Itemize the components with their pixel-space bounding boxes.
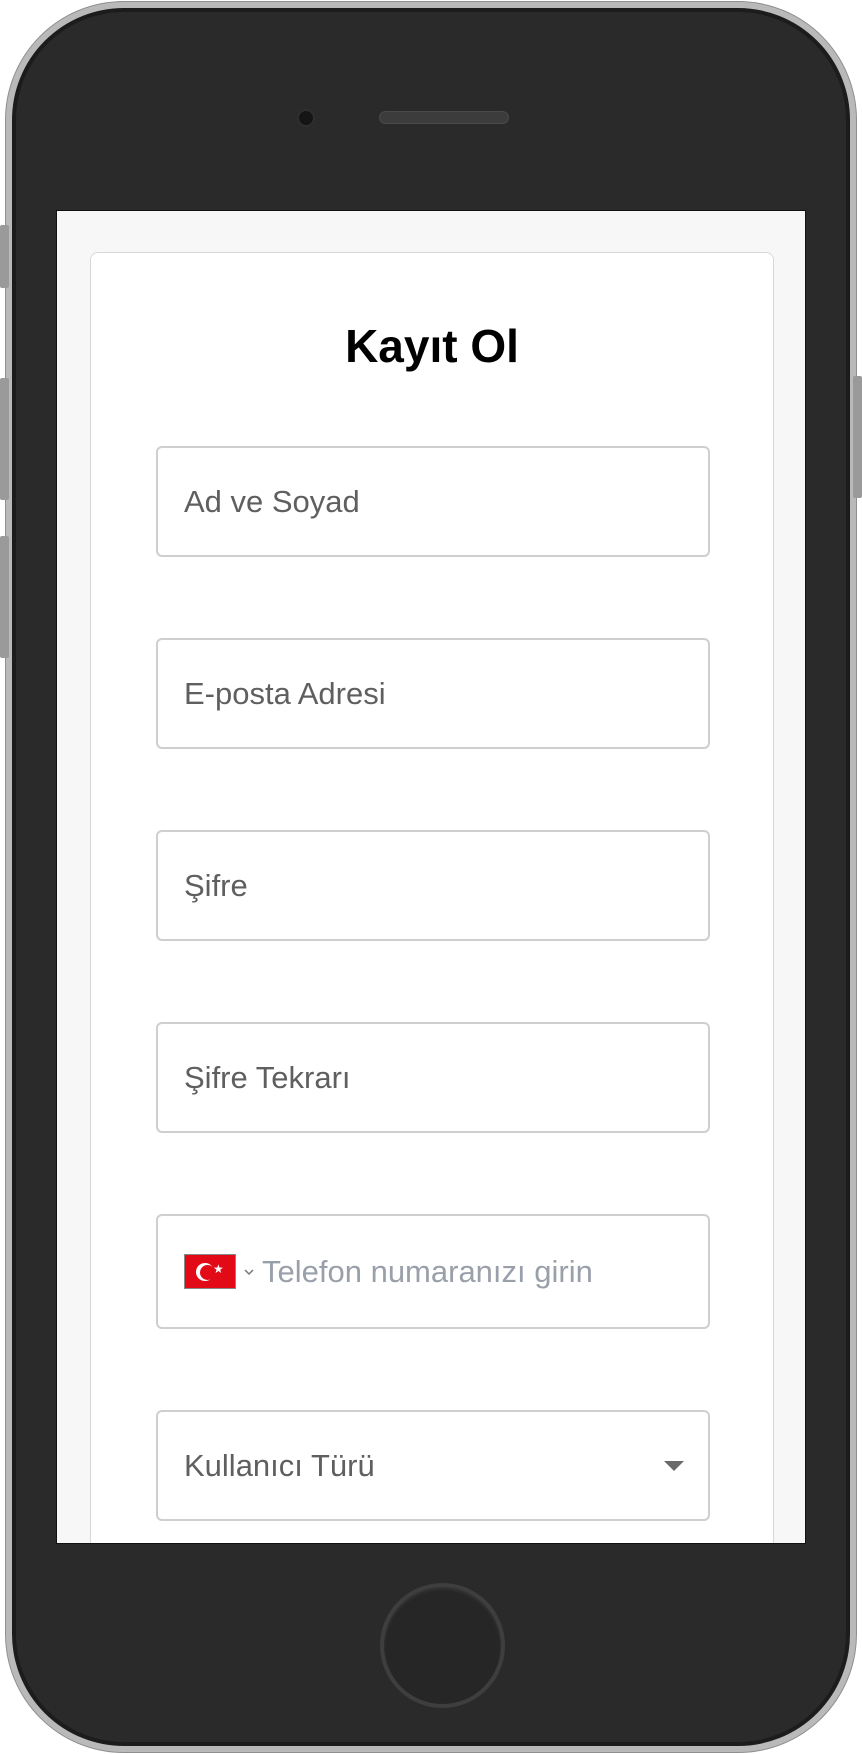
volume-up-button [0,378,9,500]
chevron-down-icon[interactable] [244,1267,254,1277]
password-input[interactable] [184,867,708,904]
password-field[interactable] [156,830,710,941]
home-button[interactable] [380,1583,505,1708]
fullname-input[interactable] [184,483,708,520]
phone-field[interactable]: ★ [156,1214,710,1329]
email-input[interactable] [184,675,708,712]
turkey-flag-icon[interactable]: ★ [184,1254,236,1289]
front-camera [299,111,313,125]
user-type-select[interactable]: Kullanıcı Türü [156,1410,710,1521]
mute-switch [0,225,9,288]
volume-down-button [0,536,9,658]
caret-down-icon [664,1460,684,1471]
user-type-label: Kullanıcı Türü [184,1447,375,1483]
earpiece-speaker [379,111,509,124]
page-title: Kayıt Ol [345,320,519,372]
power-button [853,376,862,498]
register-card: Kayıt Ol ★ Kullanıcı Türü [90,252,774,1543]
email-field[interactable] [156,638,710,749]
fullname-field[interactable] [156,446,710,557]
phone-input[interactable] [262,1253,708,1290]
password-repeat-field[interactable] [156,1022,710,1133]
screen: Kayıt Ol ★ Kullanıcı Türü [56,210,806,1544]
password-repeat-input[interactable] [184,1059,708,1096]
